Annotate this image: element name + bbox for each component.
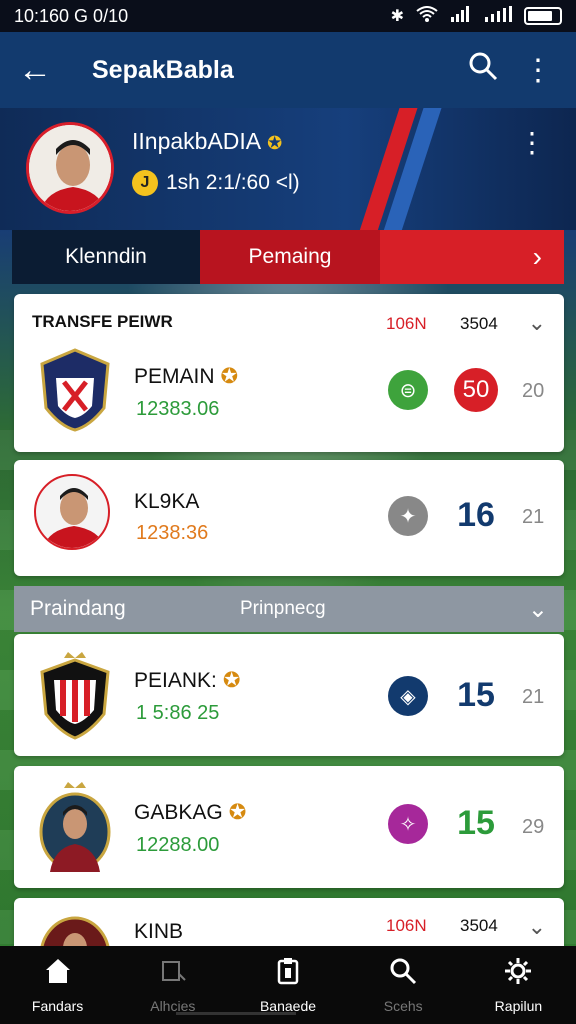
wifi-icon — [416, 5, 438, 27]
player-rank: 20 — [522, 380, 545, 402]
tab-next[interactable]: › — [380, 230, 564, 284]
app-title: SepakBabla — [92, 55, 234, 84]
player-rank: 21 — [522, 686, 545, 708]
nav-label: Rapilun — [494, 998, 543, 1014]
status-time: 10:160 G 0/10 — [14, 5, 129, 26]
card-tag-2: 3504 — [460, 916, 498, 935]
nav-active-indicator — [176, 1012, 296, 1015]
player-score: 15 — [457, 676, 495, 714]
status-icon: ✦ — [388, 496, 428, 536]
chart-icon — [158, 956, 188, 992]
club-crest-icon — [38, 650, 112, 740]
player-name: KINB — [134, 920, 184, 943]
club-crest-icon — [38, 780, 112, 872]
chevron-down-icon[interactable]: ⌄ — [528, 595, 548, 624]
tab-klenndin[interactable]: Klenndin — [12, 230, 200, 284]
badge-icon: ✪ — [222, 669, 241, 692]
avatar[interactable] — [26, 122, 114, 214]
section-header[interactable]: Praindang Prinpnecg ⌄ — [14, 586, 564, 632]
player-card[interactable]: KL9KA 1238:36 ✦ 16 21 — [14, 460, 564, 576]
gear-icon — [503, 956, 533, 992]
profile-name: IInpakbADIA ✪ — [132, 128, 283, 154]
score-pill: 50 — [454, 368, 498, 412]
more-vert-icon[interactable]: ⋮ — [518, 53, 558, 88]
status-icon: ◈ — [388, 676, 428, 716]
back-arrow-icon[interactable]: ← — [18, 51, 74, 90]
badge-icon: ✪ — [220, 365, 239, 388]
battery-icon — [524, 7, 562, 25]
clipboard-icon — [273, 956, 303, 992]
nav-item-fandars[interactable]: Fandars — [0, 946, 115, 1024]
home-icon — [43, 956, 73, 992]
player-card[interactable]: PEIANK: ✪ 1 5:86 25 ◈ 15 21 — [14, 634, 564, 756]
status-icon: ✧ — [388, 804, 428, 844]
status-bar: 10:160 G 0/10 ✱ — [0, 0, 576, 32]
player-name: PEMAIN ✪ — [134, 365, 239, 388]
player-value: 1 5:86 25 — [136, 702, 220, 724]
player-card[interactable]: TRANSFE PEIWR 106N 3504 ⌄ PEMAIN ✪ 12383.… — [14, 294, 564, 452]
section-label-left: Praindang — [30, 597, 126, 620]
nav-item-rapilun[interactable]: Rapilun — [461, 946, 576, 1024]
nav-label: Scehs — [383, 998, 423, 1014]
coin-icon: J — [132, 170, 158, 196]
app-bar: ← SepakBabla ⋮ — [0, 32, 576, 108]
player-score: 16 — [457, 496, 495, 534]
chevron-down-icon[interactable]: ⌄ — [528, 310, 546, 336]
player-value: 1238:36 — [136, 522, 209, 544]
signal-icon-2 — [484, 5, 512, 27]
search-icon[interactable] — [448, 50, 518, 90]
tab-pemaing[interactable]: Pemaing — [200, 230, 380, 284]
card-tag-1: 106N — [386, 916, 427, 935]
player-name: KL9KA — [134, 490, 200, 513]
profile-more-icon[interactable]: ⋮ — [518, 126, 546, 159]
section-label-right: Prinpnecg — [240, 598, 326, 619]
player-value: 12288.00 — [136, 834, 220, 856]
player-name: GABKAG ✪ — [134, 801, 247, 824]
player-rank: 21 — [522, 506, 545, 528]
player-score: 15 — [457, 804, 495, 842]
player-rank: 29 — [522, 816, 545, 838]
profile-subline: J 1sh 2:1/:60 <l) — [132, 170, 300, 196]
nav-label: Fandars — [31, 998, 84, 1014]
signal-icon — [450, 5, 472, 27]
player-card[interactable]: GABKAG ✪ 12288.00 ✧ 15 29 — [14, 766, 564, 888]
card-tag-2: 3504 — [460, 314, 498, 333]
search-icon — [388, 956, 418, 992]
profile-subtext: 1sh 2:1/:60 <l) — [166, 171, 300, 194]
status-icon: ⊜ — [388, 370, 428, 410]
club-crest-icon — [38, 348, 112, 432]
player-name: PEIANK: ✪ — [134, 669, 241, 692]
chevron-down-icon[interactable]: ⌄ — [528, 914, 546, 940]
status-icons: ✱ — [390, 5, 562, 27]
badge-icon: ✪ — [267, 133, 283, 153]
nav-item-scehs[interactable]: Scehs — [346, 946, 461, 1024]
tab-bar: Klenndin Pemaing › — [12, 230, 564, 284]
card-tag-1: 106N — [386, 314, 427, 333]
profile-header: IInpakbADIA ✪ J 1sh 2:1/:60 <l) ⋮ — [0, 108, 576, 230]
card-header: TRANSFE PEIWR — [32, 312, 173, 331]
badge-icon: ✪ — [228, 801, 247, 824]
player-photo — [34, 474, 110, 550]
player-value: 12383.06 — [136, 398, 220, 420]
bluetooth-icon: ✱ — [390, 8, 404, 25]
